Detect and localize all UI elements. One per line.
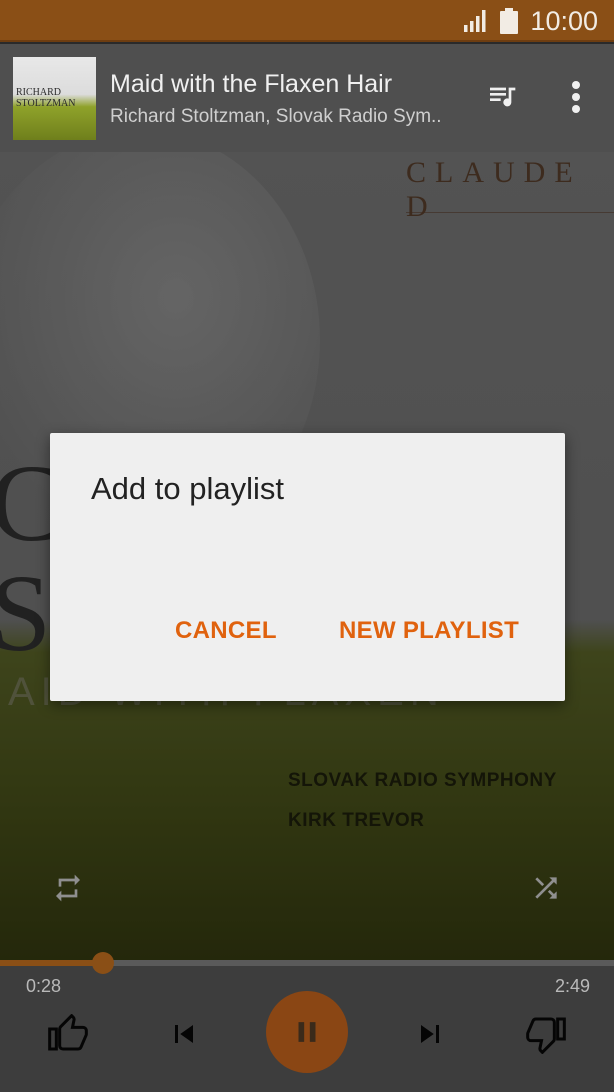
progress-bar[interactable]: [0, 952, 614, 974]
pause-icon: [298, 1022, 316, 1042]
track-title: Maid with the Flaxen Hair: [110, 70, 393, 98]
shuffle-icon: [535, 877, 557, 899]
battery-icon: [500, 8, 519, 34]
repeat-button[interactable]: [46, 866, 90, 910]
time-elapsed: 0:28: [26, 976, 62, 996]
thumbs-up-button[interactable]: [44, 1010, 92, 1058]
dialog-title: Add to playlist: [91, 471, 284, 506]
thumbs-up-icon: [48, 1014, 88, 1051]
thumbs-down-icon: [526, 1017, 566, 1054]
repeat-icon: [56, 874, 80, 902]
album-thumbnail-text: RICHARD STOLTZMAN: [16, 87, 76, 109]
time-total: 2:49: [554, 976, 590, 996]
skip-previous-icon: [175, 1025, 193, 1043]
pause-button[interactable]: [266, 991, 348, 1073]
skip-next-icon: [421, 1025, 439, 1043]
status-icons: 10:00: [464, 6, 598, 36]
thumbs-down-button[interactable]: [522, 1010, 570, 1058]
status-bar: 10:00: [0, 0, 614, 42]
more-options-button[interactable]: [560, 76, 592, 118]
playback-controls: 0:28 2:49: [0, 952, 614, 1092]
more-vert-icon: [572, 81, 580, 113]
progress-fill: [0, 960, 104, 966]
new-playlist-button[interactable]: NEW PLAYLIST: [339, 617, 519, 645]
shuffle-button[interactable]: [524, 866, 568, 910]
signal-icon: [464, 10, 486, 32]
skip-previous-button[interactable]: [160, 1010, 208, 1058]
now-playing-header: RICHARD STOLTZMAN Maid with the Flaxen H…: [0, 44, 614, 152]
album-thumbnail[interactable]: RICHARD STOLTZMAN: [13, 57, 96, 140]
add-to-playlist-dialog: Add to playlist CANCEL NEW PLAYLIST: [50, 433, 565, 701]
queue-music-icon: [490, 87, 516, 107]
queue-button[interactable]: [481, 76, 523, 118]
track-artist: Richard Stoltzman, Slovak Radio Sym..: [110, 106, 442, 127]
progress-thumb[interactable]: [92, 952, 115, 974]
cancel-button[interactable]: CANCEL: [175, 617, 277, 645]
skip-next-button[interactable]: [406, 1010, 454, 1058]
status-time: 10:00: [530, 5, 598, 36]
